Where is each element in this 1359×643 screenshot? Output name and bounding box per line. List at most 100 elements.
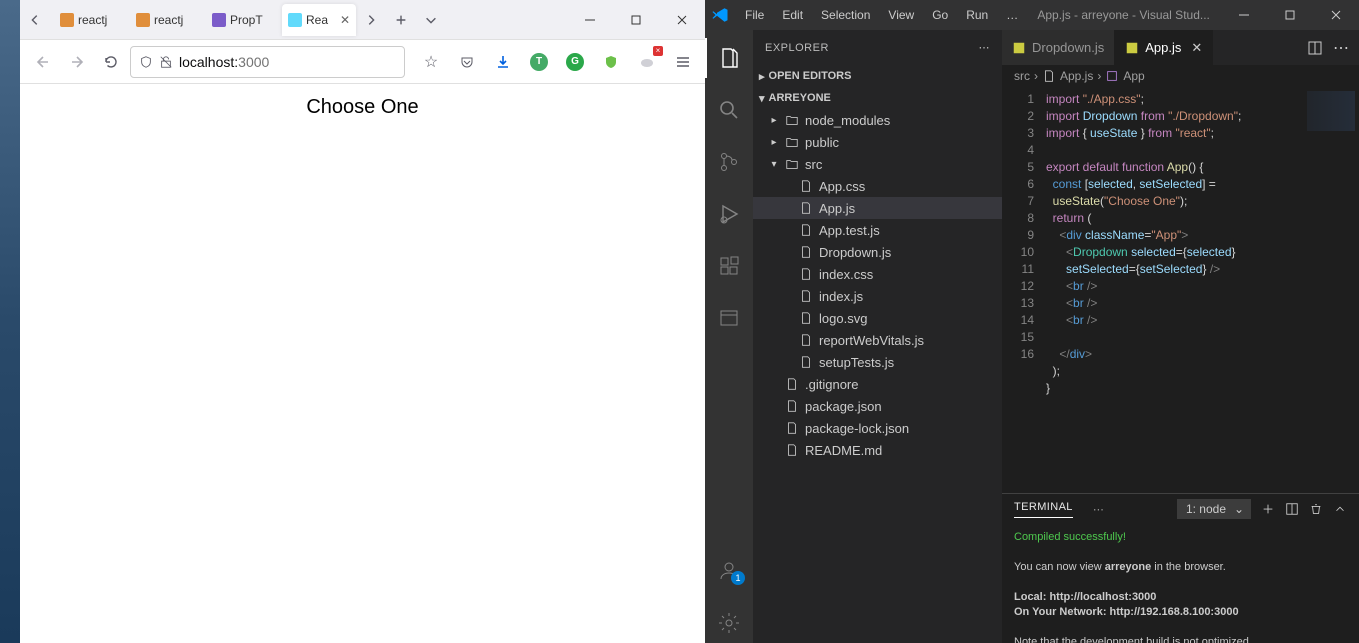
kill-terminal-icon[interactable] [1309,502,1323,516]
nav-back-button[interactable] [28,47,58,77]
maximize-button[interactable] [613,0,659,40]
file-item[interactable]: Dropdown.js [753,241,1002,263]
explorer-more-icon[interactable]: ⋯ [979,41,991,54]
browser-tab[interactable]: PropT [206,4,280,36]
file-item[interactable]: App.css [753,175,1002,197]
search-activity-icon[interactable] [705,90,753,130]
split-terminal-icon[interactable] [1285,502,1299,516]
vscode-titlebar: FileEditSelectionViewGoRun… App.js - arr… [705,0,1359,30]
project-section[interactable]: ▾ARREYONE [753,87,1002,109]
vscode-minimize-button[interactable] [1221,0,1267,30]
ext-icon-t[interactable]: T [525,48,553,76]
menu-item[interactable]: Selection [813,0,878,30]
editor-more-icon[interactable]: ⋯ [1333,38,1349,58]
editor-tab[interactable]: Dropdown.js [1002,30,1115,65]
file-item[interactable]: .gitignore [753,373,1002,395]
file-item[interactable]: setupTests.js [753,351,1002,373]
file-item[interactable]: index.js [753,285,1002,307]
explorer-title: EXPLORER [765,42,829,54]
new-tab-button[interactable] [386,5,416,35]
close-button[interactable] [659,0,705,40]
window-title: App.js - arreyone - Visual Stud... [1037,8,1210,22]
hamburger-menu-icon[interactable] [669,48,697,76]
source-control-activity-icon[interactable] [705,142,753,182]
menu-item[interactable]: Run [958,0,996,30]
accounts-activity-icon[interactable]: 1 [705,551,753,591]
explorer-activity-icon[interactable] [705,38,753,78]
tabstrip-forward-button[interactable] [356,5,386,35]
menu-item[interactable]: Go [924,0,956,30]
settings-activity-icon[interactable] [705,603,753,643]
browser-tab[interactable]: reactj [130,4,204,36]
desktop-wallpaper-edge [0,0,20,643]
vscode-logo-icon [711,6,729,24]
file-item[interactable]: package.json [753,395,1002,417]
editor-tab[interactable]: App.js✕ [1115,30,1213,65]
url-host: localhost: [179,54,238,70]
tabstrip-back-button[interactable] [20,5,50,35]
code-content: import "./App.css"; import Dropdown from… [1042,87,1303,493]
folder-item[interactable]: ▾src [753,153,1002,175]
folder-item[interactable]: ▸node_modules [753,109,1002,131]
code-editor[interactable]: 12345678910111213141516 import "./App.cs… [1002,87,1359,493]
vscode-maximize-button[interactable] [1267,0,1313,30]
close-tab-icon[interactable]: ✕ [340,13,350,27]
js-file-icon [1125,41,1139,55]
browser-tab[interactable]: Rea✕ [282,4,356,36]
menu-item[interactable]: Edit [774,0,811,30]
terminal-tab[interactable]: TERMINAL [1014,501,1073,518]
page-content: Choose One [20,84,705,643]
dropdown-placeholder[interactable]: Choose One [20,96,705,119]
browser-tab[interactable]: reactj [54,4,128,36]
symbol-icon [1105,69,1119,83]
open-editors-section[interactable]: ▸OPEN EDITORS [753,65,1002,87]
activity-bar: 1 [705,30,753,643]
url-port: 3000 [238,54,269,70]
bookmark-star-icon[interactable]: ☆ [417,48,445,76]
ext-icon-cloud[interactable]: × [633,48,661,76]
browser-preview-activity-icon[interactable] [705,298,753,338]
browser-window: reactjreactjPropTRea✕ [20,0,705,643]
panel-more-icon[interactable]: ⋯ [1093,503,1104,516]
browser-tabstrip: reactjreactjPropTRea✕ [20,0,705,40]
download-icon[interactable] [489,48,517,76]
file-item[interactable]: App.js [753,197,1002,219]
menu-item[interactable]: File [737,0,772,30]
nav-forward-button[interactable] [62,47,92,77]
ext-icon-shield[interactable] [597,48,625,76]
explorer-sidebar: EXPLORER ⋯ ▸OPEN EDITORS ▾ARREYONE ▸node… [753,30,1002,643]
reload-button[interactable] [96,47,126,77]
address-bar[interactable]: localhost:3000 [130,46,405,78]
vscode-window: FileEditSelectionViewGoRun… App.js - arr… [705,0,1359,643]
minimize-button[interactable] [567,0,613,40]
new-terminal-icon[interactable] [1261,502,1275,516]
terminal-select[interactable]: 1: node⌄ [1177,499,1251,519]
list-tabs-button[interactable] [416,5,446,35]
file-item[interactable]: App.test.js [753,219,1002,241]
file-item[interactable]: logo.svg [753,307,1002,329]
split-editor-icon[interactable] [1307,40,1323,56]
insecure-icon [159,55,173,69]
menu-item[interactable]: View [880,0,922,30]
extensions-activity-icon[interactable] [705,246,753,286]
minimap[interactable] [1303,87,1359,493]
file-icon [1042,69,1056,83]
folder-item[interactable]: ▸public [753,131,1002,153]
file-item[interactable]: package-lock.json [753,417,1002,439]
breadcrumb[interactable]: src› App.js› App [1002,65,1359,87]
vscode-close-button[interactable] [1313,0,1359,30]
terminal-output[interactable]: Compiled successfully! You can now view … [1002,524,1359,643]
js-file-icon [1012,41,1026,55]
file-item[interactable]: README.md [753,439,1002,461]
panel-maximize-icon[interactable] [1333,502,1347,516]
editor-tabbar: Dropdown.jsApp.js✕ ⋯ [1002,30,1359,65]
file-item[interactable]: reportWebVitals.js [753,329,1002,351]
pocket-icon[interactable] [453,48,481,76]
browser-toolbar: localhost:3000 ☆ T G × [20,40,705,84]
run-debug-activity-icon[interactable] [705,194,753,234]
file-item[interactable]: index.css [753,263,1002,285]
close-editor-tab-icon[interactable]: ✕ [1191,40,1202,56]
ext-icon-g[interactable]: G [561,48,589,76]
editor-group: Dropdown.jsApp.js✕ ⋯ src› App.js› App 12… [1002,30,1359,643]
menu-item[interactable]: … [998,0,1026,30]
